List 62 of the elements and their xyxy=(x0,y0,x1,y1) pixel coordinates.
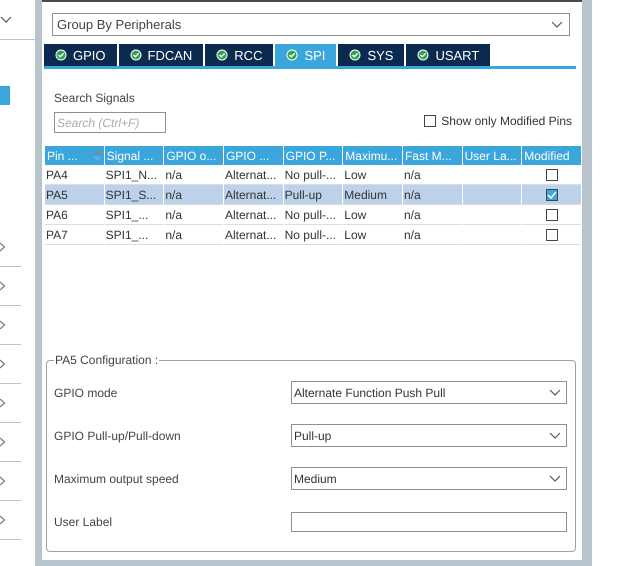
chevron-down-icon xyxy=(549,389,561,396)
modified-checkbox[interactable] xyxy=(546,168,558,180)
column-header[interactable]: Fast M... xyxy=(402,146,462,165)
column-header[interactable]: Modified xyxy=(522,146,581,165)
field-label: User Label xyxy=(54,514,112,528)
peripheral-tab[interactable]: SYS xyxy=(338,44,404,66)
group-title: PA5 Configuration : xyxy=(54,353,160,367)
group-by-dropdown[interactable]: Group By Peripherals xyxy=(52,13,570,36)
column-header[interactable]: User La... xyxy=(462,146,522,165)
peripheral-tab[interactable]: RCC xyxy=(205,44,274,66)
chevron-right-icon[interactable] xyxy=(0,515,6,525)
table-cell: n/a xyxy=(164,225,223,245)
chevron-right-icon[interactable] xyxy=(0,242,6,252)
column-header[interactable]: Pin ... xyxy=(45,146,104,165)
select-field[interactable]: Pull-up xyxy=(291,424,567,447)
check-circle-icon xyxy=(417,49,430,61)
column-header[interactable]: Signal ... xyxy=(104,146,164,165)
column-header[interactable]: GPIO ... xyxy=(224,146,283,165)
sort-icon xyxy=(92,150,102,161)
check-circle-icon xyxy=(216,49,228,61)
check-circle-icon xyxy=(349,49,362,61)
chevron-down-icon xyxy=(0,16,12,23)
peripheral-tab[interactable]: SPI xyxy=(275,44,336,66)
chevron-right-icon[interactable] xyxy=(0,281,6,291)
column-header-label: Pin ... xyxy=(47,148,78,162)
chevron-right-icon[interactable] xyxy=(0,359,6,369)
table-cell: Low xyxy=(343,225,402,245)
column-header[interactable]: Maximu... xyxy=(343,146,402,165)
check-circle-icon xyxy=(286,49,298,61)
field-label: Maximum output speed xyxy=(54,472,179,486)
modified-checkbox[interactable] xyxy=(546,208,558,220)
column-header[interactable]: GPIO P... xyxy=(284,146,342,165)
modified-checkbox[interactable] xyxy=(546,188,558,200)
search-label: Search Signals xyxy=(54,91,135,105)
chevron-down-icon xyxy=(549,475,561,482)
checkbox[interactable] xyxy=(424,115,436,127)
peripheral-tab[interactable]: FDCAN xyxy=(118,44,204,66)
peripheral-tab[interactable]: GPIO xyxy=(44,44,117,66)
table-cell: No pull-... xyxy=(284,225,342,245)
chevron-right-icon[interactable] xyxy=(0,476,6,486)
table-cell: Alternat... xyxy=(224,225,283,245)
check-circle-icon xyxy=(55,49,67,61)
search-field[interactable]: Search (Ctrl+F) xyxy=(54,112,166,133)
input-field[interactable] xyxy=(291,512,567,532)
peripheral-tab[interactable]: USART xyxy=(406,44,490,66)
chevron-right-icon[interactable] xyxy=(0,437,6,447)
selected-item-marker xyxy=(0,86,10,105)
table-cell: SPI1_... xyxy=(104,225,164,245)
modified-checkbox[interactable] xyxy=(546,228,558,240)
chevron-down-icon xyxy=(549,432,561,439)
select-field[interactable]: Medium xyxy=(291,467,567,490)
chevron-right-icon[interactable] xyxy=(0,398,6,408)
check-circle-icon xyxy=(130,49,142,61)
column-header[interactable]: GPIO o... xyxy=(164,146,223,165)
chevron-down-icon xyxy=(551,21,563,28)
field-label: GPIO mode xyxy=(54,386,118,400)
field-label: GPIO Pull-up/Pull-down xyxy=(54,428,181,442)
select-field[interactable]: Alternate Function Push Pull xyxy=(291,381,567,404)
table-cell: n/a xyxy=(402,225,462,245)
chevron-right-icon[interactable] xyxy=(0,320,6,330)
checkbox-label: Show only Modified Pins xyxy=(441,114,572,128)
table-cell: PA7 xyxy=(45,225,104,245)
